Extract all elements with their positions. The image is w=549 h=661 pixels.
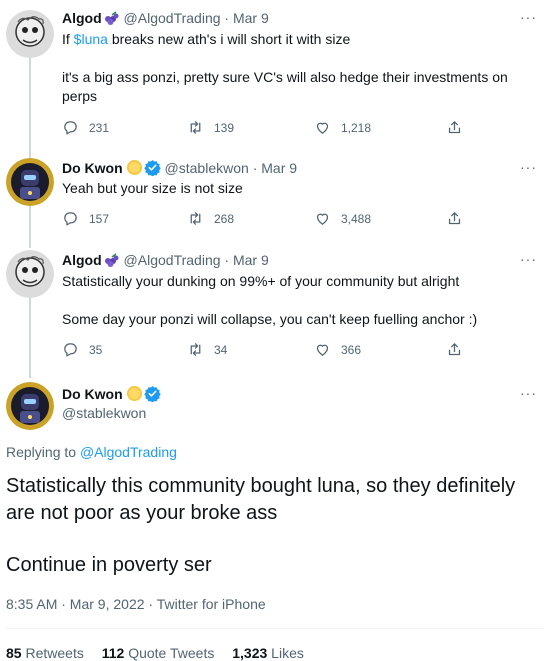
like-icon [316,213,329,225]
like-button[interactable]: 366 [314,341,361,358]
likes-stat[interactable]: 1,323 Likes [232,645,304,661]
replying-to-label: Replying to [6,444,80,460]
share-button[interactable] [446,341,463,358]
replying-to-link[interactable]: @AlgodTrading [80,444,177,460]
retweet-count: 268 [214,211,235,226]
grape-icon [104,253,120,271]
replying-to: Replying to @AlgodTrading [6,444,177,460]
like-icon [316,122,329,134]
retweet-button[interactable]: 268 [187,210,234,227]
divider [6,628,543,629]
tweet-header: Algod @AlgodTrading · Mar 9 [62,251,269,271]
tweet-date[interactable]: Mar 9 [233,252,269,268]
tweet-actions: 157 268 3,488 [62,210,472,228]
like-count: 3,488 [341,211,372,226]
share-icon [448,121,461,134]
like-button[interactable]: 3,488 [314,210,371,227]
reply-count: 231 [89,120,110,135]
retweets-count: 85 [6,645,22,661]
tweet-header: Do Kwon @stablekwon · Mar 9 [62,159,297,180]
tweet-timestamp[interactable]: 8:35 AM · Mar 9, 2022 · Twitter for iPho… [6,596,266,612]
share-button[interactable] [446,210,463,227]
avatar[interactable] [6,158,54,206]
tweet-text: Yeah but your size is not size [62,180,243,196]
reply-button[interactable]: 231 [62,119,109,136]
share-button[interactable] [446,119,463,136]
tweet-text: If $luna breaks new ath's i will short i… [62,30,532,49]
tweet-actions: 231 139 1,218 [62,119,472,137]
display-name[interactable]: Algod [62,10,102,26]
reply-button[interactable]: 35 [62,341,102,358]
reply-count: 157 [89,211,110,226]
display-name[interactable]: Do Kwon [62,386,123,402]
reply-icon [64,212,77,226]
share-icon [448,212,461,225]
like-count: 366 [341,342,362,357]
quote-tweets-label: Quote Tweets [128,645,215,661]
reply-icon [64,343,77,357]
tweet-text-paragraph: it's a big ass ponzi, pretty sure VC's w… [62,69,508,104]
verified-icon [143,385,161,406]
avatar[interactable] [6,250,54,298]
separator: · [248,160,262,176]
share-icon [448,343,461,356]
tweet-header: Algod @AlgodTrading · Mar 9 [62,9,269,29]
retweet-icon [190,343,201,356]
reply-icon [64,121,77,135]
grape-icon [104,11,120,29]
retweets-label: Retweets [25,645,84,661]
main-tweet-text-paragraph: Continue in poverty ser [6,554,212,576]
tweet-text-paragraph: Some day your ponzi will collapse, you c… [62,311,478,327]
avatar[interactable] [6,382,54,430]
display-name[interactable]: Do Kwon [62,160,123,176]
tweet-date[interactable]: Mar 9 [261,160,297,176]
handle[interactable]: @AlgodTrading [124,10,221,26]
like-count: 1,218 [341,120,372,135]
likes-label: Likes [271,645,304,661]
tweet-actions: 35 34 366 [62,341,472,359]
more-icon[interactable]: ··· [520,251,537,267]
tweet-header: Do Kwon [62,385,161,406]
retweet-button[interactable]: 139 [187,119,234,136]
reply-button[interactable]: 157 [62,210,109,227]
verified-icon [143,159,161,180]
handle-row: @stablekwon [62,404,146,422]
avatar[interactable] [6,10,54,58]
tweet-text-prefix: If [62,31,74,47]
quote-tweets-stat[interactable]: 112 Quote Tweets [102,645,215,661]
sun-icon [126,160,142,175]
quote-tweets-count: 112 [101,645,125,661]
separator: · [220,10,233,26]
reply-count: 35 [89,342,103,357]
retweet-icon [190,212,201,225]
like-icon [316,344,329,356]
cashtag-link[interactable]: $luna [74,31,108,47]
handle[interactable]: @stablekwon [165,160,249,176]
separator: · [220,252,233,268]
retweets-stat[interactable]: 85 Retweets [6,645,84,661]
retweet-button[interactable]: 34 [187,341,227,358]
retweet-count: 139 [214,120,235,135]
main-tweet-text: Statistically this community bought luna… [6,475,516,524]
retweet-count: 34 [214,342,228,357]
retweet-icon [190,121,201,134]
display-name[interactable]: Algod [62,252,102,268]
like-button[interactable]: 1,218 [314,119,371,136]
sun-icon [126,386,142,401]
handle[interactable]: @stablekwon [62,405,146,421]
handle[interactable]: @AlgodTrading [124,252,221,268]
more-icon[interactable]: ··· [520,385,537,401]
more-icon[interactable]: ··· [520,159,537,175]
engagement-stats: 85 Retweets 112 Quote Tweets 1,323 Likes [6,645,318,661]
likes-count: 1,323 [232,645,268,661]
thread-line [29,58,31,248]
tweet-text: Statistically your dunking on 99%+ of yo… [62,273,460,289]
more-icon[interactable]: ··· [520,9,537,25]
tweet-date[interactable]: Mar 9 [233,10,269,26]
thread-line [29,298,31,378]
tweet-text-suffix: breaks new ath's i will short it with si… [107,31,351,47]
